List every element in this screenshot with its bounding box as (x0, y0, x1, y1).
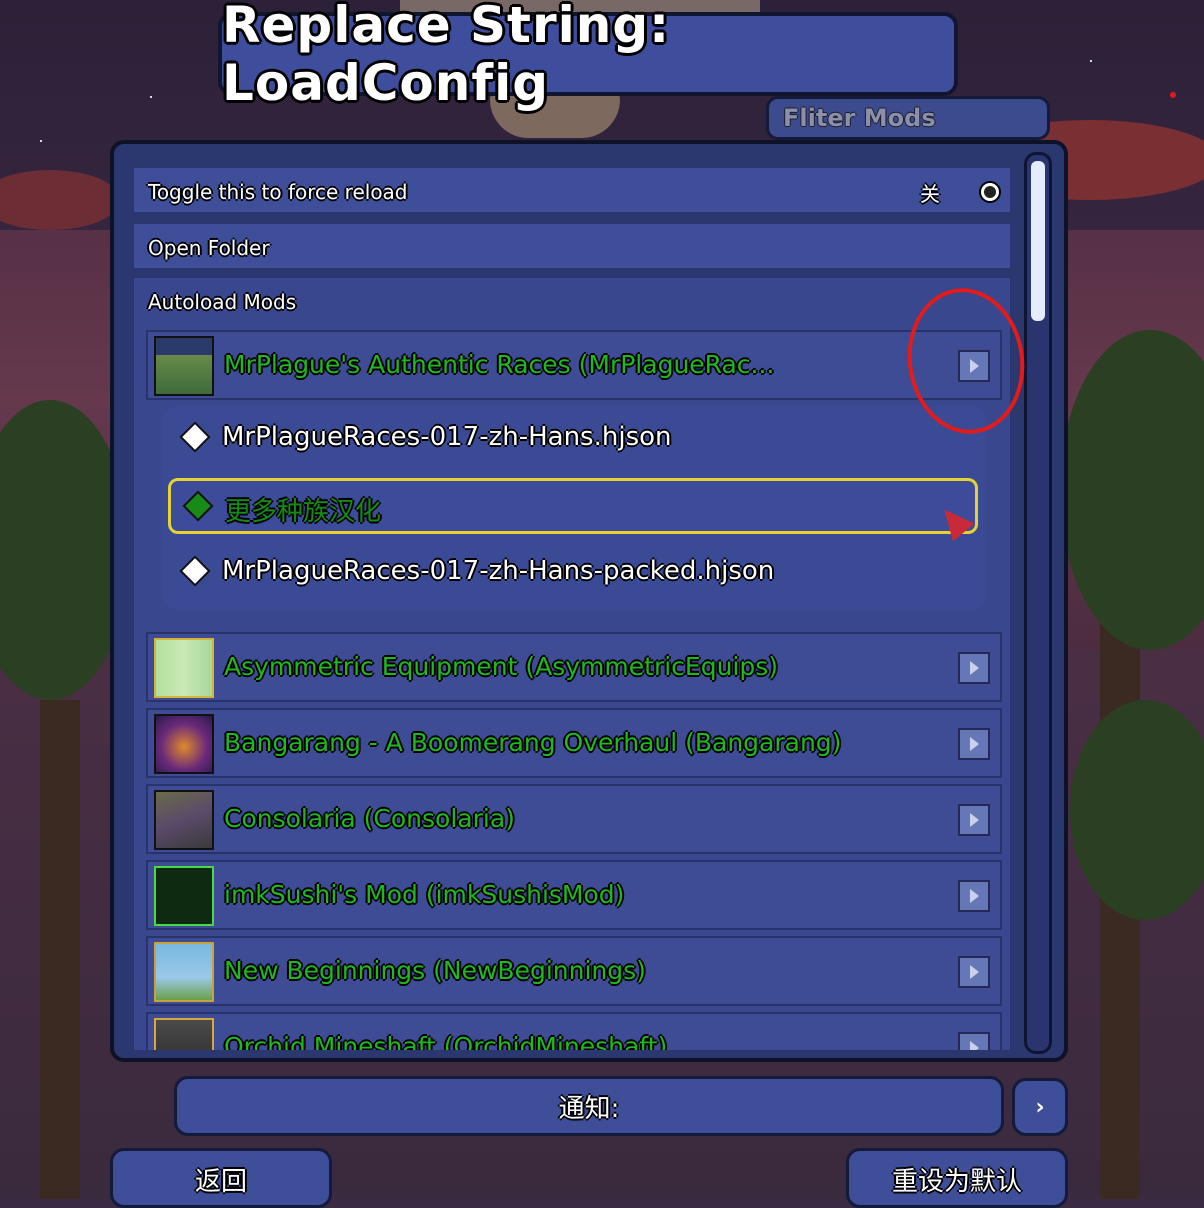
autoload-mods-label: Autoload Mods (148, 290, 297, 314)
mod-item[interactable]: Orchid Mineshaft (OrchidMineshaft) (146, 1012, 1002, 1050)
mod-item[interactable]: Asymmetric Equipment (AsymmetricEquips) (146, 632, 1002, 702)
file-item[interactable]: MrPlagueRaces-017-zh-Hans.hjson (168, 412, 978, 468)
config-panel: Toggle this to force reload 关 Open Folde… (110, 140, 1068, 1062)
file-name: MrPlagueRaces-017-zh-Hans-packed.hjson (222, 556, 775, 586)
mod-name: imkSushi's Mod (imkSushisMod) (224, 880, 625, 909)
bangarang-icon (154, 714, 214, 774)
mod-item[interactable]: New Beginnings (NewBeginnings) (146, 936, 1002, 1006)
toggle-state-text: 关 (920, 182, 940, 206)
mod-name: Bangarang - A Boomerang Overhaul (Bangar… (224, 728, 842, 757)
file-list: MrPlagueRaces-017-zh-Hans.hjson 更多种族汉化 M… (162, 406, 986, 610)
mod-name: Asymmetric Equipment (AsymmetricEquips) (224, 652, 779, 681)
mod-name: Consolaria (Consolaria) (224, 804, 515, 833)
back-button[interactable]: 返回 (110, 1148, 332, 1208)
chevron-right-icon (969, 1041, 979, 1050)
notice-next-button[interactable]: › (1012, 1078, 1068, 1136)
file-name: MrPlagueRaces-017-zh-Hans.hjson (222, 422, 672, 452)
expand-button[interactable] (958, 728, 990, 760)
expand-button[interactable] (958, 652, 990, 684)
config-list: Toggle this to force reload 关 Open Folde… (132, 156, 1012, 1050)
notice-bar: 通知: (174, 1076, 1004, 1136)
filter-mods-label: Fliter Mods (783, 104, 936, 132)
page-title-box: Replace String: LoadConfig (218, 0, 958, 112)
file-item[interactable]: MrPlagueRaces-017-zh-Hans-packed.hjson (168, 546, 978, 602)
toggle-reload-label: Toggle this to force reload (148, 180, 408, 204)
diamond-icon (182, 424, 208, 450)
imksushi-icon (154, 866, 214, 926)
reset-default-label: 重设为默认 (891, 1167, 1022, 1197)
filter-mods-button[interactable]: Fliter Mods (766, 96, 1050, 140)
star (1090, 60, 1092, 62)
chevron-right-icon: › (1035, 1094, 1045, 1120)
chevron-right-icon (969, 737, 979, 751)
chevron-right-icon (969, 889, 979, 903)
autoload-mods-section: Autoload Mods MrPlague's Authentic Races… (132, 276, 1012, 1050)
chevron-right-icon (969, 965, 979, 979)
file-item-selected[interactable]: 更多种族汉化 (168, 478, 978, 534)
mod-item[interactable]: MrPlague's Authentic Races (MrPlagueRac.… (146, 330, 1002, 400)
tree-trunk (40, 700, 80, 1199)
star (150, 96, 152, 98)
mod-item[interactable]: Consolaria (Consolaria) (146, 784, 1002, 854)
mod-name: Orchid Mineshaft (OrchidMineshaft) (224, 1032, 668, 1050)
reset-default-button[interactable]: 重设为默认 (846, 1148, 1068, 1208)
toggle-reload-row[interactable]: Toggle this to force reload 关 (132, 166, 1012, 214)
mod-item[interactable]: imkSushi's Mod (imkSushisMod) (146, 860, 1002, 930)
expand-button[interactable] (958, 1032, 990, 1050)
new-beginnings-icon (154, 942, 214, 1002)
asymmetric-icon (154, 638, 214, 698)
expand-button[interactable] (958, 804, 990, 836)
star (40, 140, 42, 142)
notice-label: 通知: (558, 1093, 620, 1124)
scrollbar[interactable] (1024, 152, 1052, 1054)
expand-button[interactable] (958, 880, 990, 912)
file-name: 更多种族汉化 (225, 497, 382, 527)
expand-button[interactable] (958, 956, 990, 988)
red-dot (1170, 92, 1176, 98)
orchid-icon (154, 1018, 214, 1050)
open-folder-label: Open Folder (148, 236, 270, 260)
scrollbar-thumb[interactable] (1031, 161, 1045, 321)
back-label: 返回 (194, 1167, 247, 1197)
chevron-right-icon (969, 813, 979, 827)
mod-name: New Beginnings (NewBeginnings) (224, 956, 646, 985)
toggle-switch-icon[interactable] (981, 183, 999, 201)
mod-item[interactable]: Bangarang - A Boomerang Overhaul (Bangar… (146, 708, 1002, 778)
chevron-right-icon (969, 661, 979, 675)
diamond-icon (182, 558, 208, 584)
open-folder-row[interactable]: Open Folder (132, 222, 1012, 270)
diamond-selected-icon (185, 493, 211, 519)
races-icon (154, 336, 214, 396)
mod-name: MrPlague's Authentic Races (MrPlagueRac.… (224, 350, 775, 379)
consolaria-icon (154, 790, 214, 850)
